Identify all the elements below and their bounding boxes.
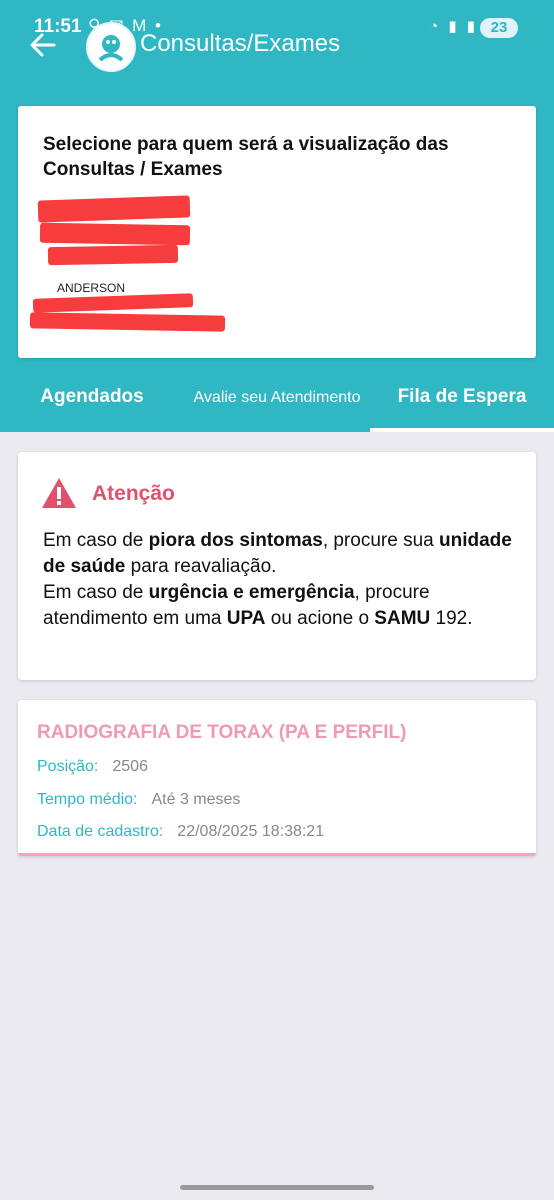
- patient-select-card[interactable]: Selecione para quem será a visualização …: [18, 106, 536, 358]
- tab-agendados[interactable]: Agendados: [0, 362, 184, 432]
- back-arrow-icon[interactable]: [28, 30, 58, 60]
- redaction: [37, 195, 191, 223]
- redaction: [32, 293, 194, 313]
- avg-time-row: Tempo médio: Até 3 meses: [37, 791, 240, 809]
- warning-text-part: ou acione o: [265, 608, 375, 629]
- avg-time-label: Tempo médio:: [37, 791, 138, 808]
- active-tab-indicator: [370, 428, 554, 432]
- warning-text-bold: SAMU: [374, 608, 431, 629]
- position-value: 2506: [112, 758, 148, 775]
- registered-value: 22/08/2025 18:38:21: [177, 823, 325, 840]
- app-logo-icon: [86, 22, 136, 72]
- warning-text-part: , procure sua: [322, 530, 439, 551]
- signal-icons: ◔ ▮ ▮: [429, 18, 478, 35]
- warning-card: Atenção Em caso de piora dos sintomas, p…: [18, 452, 536, 680]
- page-title: Consultas/Exames: [140, 30, 341, 57]
- tab-fila-de-espera[interactable]: Fila de Espera: [370, 362, 554, 432]
- patient-select-title: Selecione para quem será a visualização …: [43, 134, 449, 180]
- tab-avalie-atendimento[interactable]: Avalie seu Atendimento: [184, 362, 370, 432]
- registered-label: Data de cadastro:: [37, 823, 164, 840]
- registered-row: Data de cadastro: 22/08/2025 18:38:21: [37, 823, 324, 841]
- warning-text-part: para reavaliação.: [125, 556, 277, 577]
- warning-text-bold: urgência e emergência: [148, 582, 355, 603]
- navigation-handle[interactable]: [180, 1185, 374, 1190]
- warning-text: Em caso de piora dos sintomas, procure s…: [43, 528, 523, 632]
- position-label: Posição:: [37, 758, 99, 775]
- tab-bar: Agendados Avalie seu Atendimento Fila de…: [0, 362, 554, 432]
- queue-item-card[interactable]: RADIOGRAFIA DE TORAX (PA E PERFIL) Posiç…: [18, 700, 536, 856]
- avg-time-value: Até 3 meses: [151, 791, 241, 808]
- redaction: [47, 244, 179, 266]
- redaction: [29, 312, 226, 332]
- warning-text-bold: piora dos sintomas: [148, 530, 323, 551]
- warning-text-part: Em caso de: [43, 530, 149, 551]
- warning-text-part: Em caso de: [43, 582, 149, 603]
- redaction: [39, 222, 191, 246]
- battery-icon: 23: [480, 18, 518, 38]
- exam-title: RADIOGRAFIA DE TORAX (PA E PERFIL): [37, 722, 407, 743]
- warning-title: Atenção: [92, 482, 175, 505]
- warning-text-part: 192.: [430, 608, 473, 629]
- warning-text-bold: UPA: [226, 608, 266, 629]
- patient-name[interactable]: ANDERSON: [57, 281, 125, 295]
- position-row: Posição: 2506: [37, 758, 148, 776]
- warning-icon: [42, 478, 76, 508]
